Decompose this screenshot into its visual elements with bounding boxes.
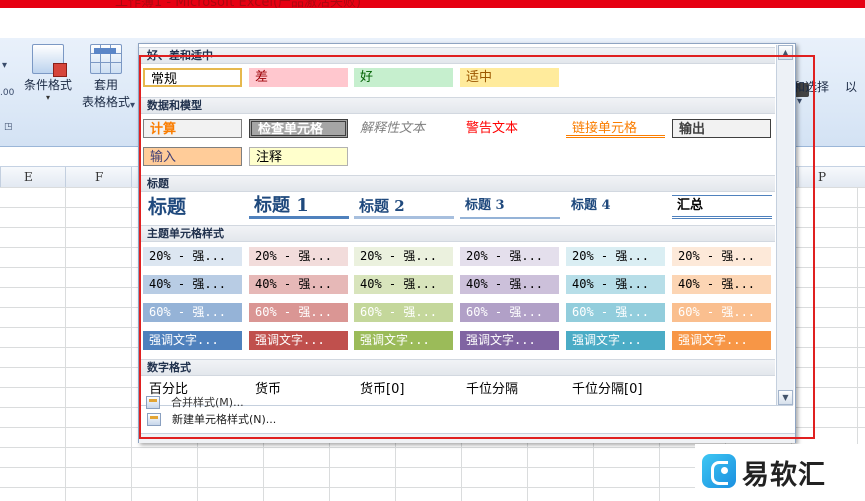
table-format-label-1: 套用 [93,78,118,92]
style-cell-theme[interactable]: 20% - 强... [566,247,665,266]
conditional-format-label: 条件格式 [23,78,72,92]
cell-styles-gallery: 好、差和适中 常规差好适中 数据和模型 计算 检查单元格 解释性文本 警告文本 链接单元… [138,43,796,443]
section-header-data-model: 数据和模型 [139,97,775,114]
style-cell-theme[interactable]: 40% - 强... [566,275,665,294]
style-cell-theme[interactable]: 60% - 强... [460,303,559,322]
ribbon-left-partial-number: .00 [0,88,15,98]
style-cell-title[interactable]: 标题 3 [460,195,560,219]
column-header-p[interactable]: P [818,170,826,184]
style-cell-theme[interactable]: 强调文字... [249,331,348,350]
style-cell-theme[interactable]: 20% - 强... [672,247,771,266]
watermark-text: 易软汇 [742,460,826,491]
column-header-f[interactable]: F [95,170,103,184]
style-cell-title[interactable]: 标题 2 [354,195,454,219]
watermark: 易软汇 [695,444,865,501]
sort-filter-label[interactable]: 和选择 [793,78,829,95]
chevron-down-icon: ▾ [45,93,50,102]
style-cell-theme[interactable]: 40% - 强... [354,275,453,294]
style-cell-theme[interactable]: 40% - 强... [672,275,771,294]
section-header-titles: 标题 [139,175,775,192]
style-cell-title[interactable]: 标题 4 [566,195,666,219]
style-cell-theme[interactable]: 60% - 强... [566,303,665,322]
style-cell-good-bad[interactable]: 好 [354,68,453,87]
style-cell-good-bad[interactable]: 差 [249,68,348,87]
new-cell-style-menu-item[interactable]: 新建单元格样式(N)... [141,410,777,430]
style-cell-title[interactable]: 标题 1 [249,195,349,219]
style-cell-data-model[interactable]: 注释 [249,147,348,166]
section-header-theme: 主题单元格样式 [139,225,775,242]
style-cell-theme[interactable]: 60% - 强... [672,303,771,322]
style-cell-data-model[interactable]: 输出 [672,119,771,138]
scroll-down-icon[interactable]: ▼ [778,390,793,405]
section-header-good-bad: 好、差和适中 [139,47,775,64]
gallery-resize-grip[interactable] [139,433,795,443]
scroll-up-icon[interactable]: ▲ [778,45,793,60]
style-cell-theme[interactable]: 强调文字... [143,331,242,350]
merge-styles-menu-item[interactable]: 合并样式(M)... [140,393,540,413]
style-cell-data-model[interactable]: 计算 [143,119,242,138]
style-cell-title[interactable]: 标题 [143,195,243,219]
table-format-icon [90,44,122,74]
style-cell-theme[interactable]: 强调文字... [566,331,665,350]
dialog-launcher-icon[interactable]: ◳ [4,122,13,132]
style-cell-data-model[interactable]: 链接单元格 [566,119,665,138]
conditional-format-button[interactable]: 条件格式 ▾ [18,44,78,102]
ribbon-right-partial[interactable]: 以 [845,78,857,95]
style-cell-title[interactable]: 汇总 [672,195,772,219]
style-cell-theme[interactable]: 20% - 强... [249,247,348,266]
table-format-button[interactable]: 套用 表格格式 [74,44,138,110]
style-cell-theme[interactable]: 40% - 强... [143,275,242,294]
style-cell-theme[interactable]: 60% - 强... [143,303,242,322]
title-bar: 工作簿1 - Microsoft Excel(产品激活失败) [0,0,865,8]
style-cell-theme[interactable]: 20% - 强... [354,247,453,266]
conditional-format-icon [32,44,67,77]
ribbon-left-partial: ▾ [2,60,8,71]
window-title: 工作簿1 - Microsoft Excel(产品激活失败) [115,0,362,8]
watermark-logo-icon [702,454,736,488]
style-cell-good-bad[interactable]: 常规 [143,68,242,87]
section-header-number: 数字格式 [139,359,775,376]
column-header-e[interactable]: E [24,170,33,184]
style-cell-theme[interactable]: 强调文字... [354,331,453,350]
style-cell-number[interactable]: 千位分隔[0] [566,380,665,399]
style-cell-theme[interactable]: 60% - 强... [249,303,348,322]
style-cell-theme[interactable]: 40% - 强... [249,275,348,294]
new-style-icon [147,413,161,426]
style-cell-data-model[interactable]: 检查单元格 [249,119,348,138]
style-cell-theme[interactable]: 强调文字... [672,331,771,350]
merge-style-icon [146,396,160,409]
title-band [0,8,865,38]
style-cell-theme[interactable]: 强调文字... [460,331,559,350]
style-cell-theme[interactable]: 60% - 强... [354,303,453,322]
style-cell-data-model[interactable]: 解释性文本 [354,119,453,138]
chevron-down-icon: ▾ [797,96,803,107]
chevron-down-icon: ▾ [130,100,136,111]
table-format-label-2: 表格格式 [81,95,130,109]
style-cell-theme[interactable]: 20% - 强... [460,247,559,266]
style-cell-good-bad[interactable]: 适中 [460,68,559,87]
style-cell-theme[interactable]: 40% - 强... [460,275,559,294]
merge-styles-label: 合并样式(M)... [171,396,244,409]
gallery-scrollbar[interactable]: ▲ ▼ [776,45,794,405]
new-cell-style-label: 新建单元格样式(N)... [172,413,277,426]
style-cell-theme[interactable]: 20% - 强... [143,247,242,266]
style-cell-data-model[interactable]: 输入 [143,147,242,166]
style-cell-data-model[interactable]: 警告文本 [460,119,559,138]
